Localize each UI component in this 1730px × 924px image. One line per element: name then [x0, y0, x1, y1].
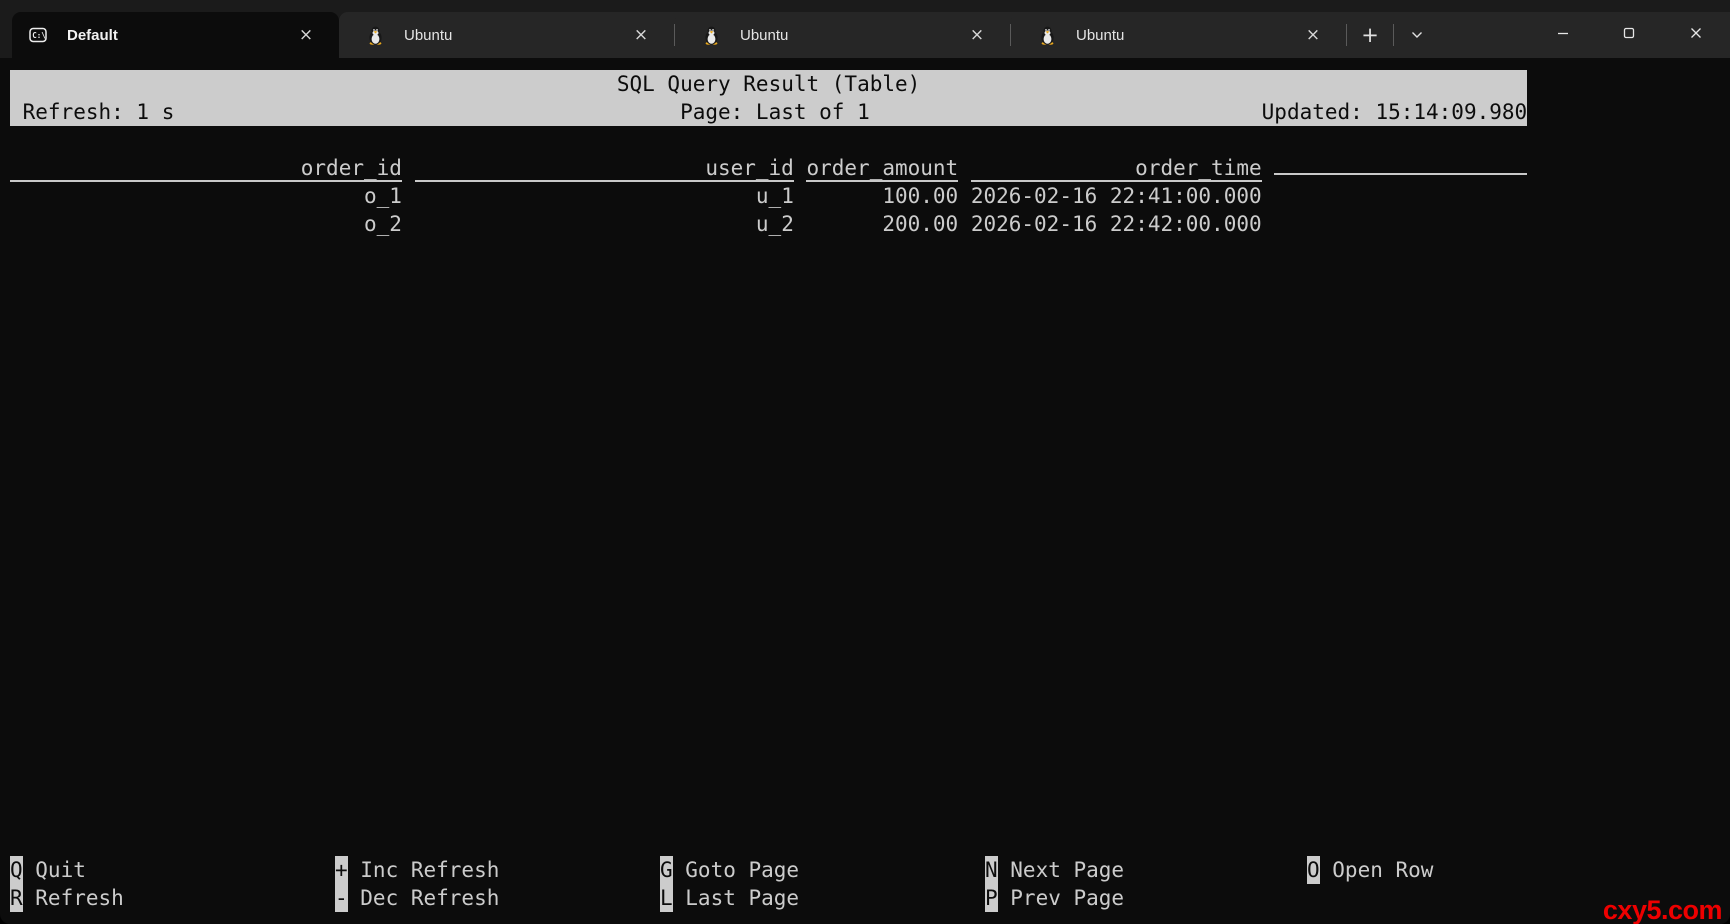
title-bar: C:\ Default × Ubuntu × Ubuntu × Ubuntu × +	[0, 0, 1730, 58]
keyboard-help-bar: Q Quit R Refresh + Inc Refresh - Dec Refresh G Go…	[10, 856, 1527, 912]
help-item: + Inc Refresh	[335, 856, 499, 884]
help-item: Q Quit	[10, 856, 124, 884]
help-item: - Dec Refresh	[335, 884, 499, 912]
help-group: + Inc Refresh - Dec Refresh	[335, 856, 499, 912]
cell: 2026-02-16 22:41:00.000	[970, 184, 1262, 208]
key-hint-N: N	[985, 856, 998, 884]
cell: u_1	[755, 184, 794, 208]
tux-penguin-icon	[703, 26, 720, 45]
key-hint-+: +	[335, 856, 348, 884]
app-title: SQL Query Result (Table)	[616, 72, 921, 96]
tab-band: Ubuntu × Ubuntu × Ubuntu × +	[339, 12, 1730, 58]
updated-timestamp: Updated: 15:14:09.980	[1261, 100, 1528, 124]
key-hint-P: P	[985, 884, 998, 912]
column-header-order_id: order_id	[10, 156, 402, 182]
help-item: G Goto Page	[660, 856, 799, 884]
tab-ubuntu-3[interactable]: Ubuntu ×	[1011, 12, 1346, 58]
table-header-row: order_id user_id order_amount order_time	[10, 154, 1730, 182]
help-label: Open Row	[1332, 858, 1434, 882]
tab-ubuntu-1[interactable]: Ubuntu ×	[339, 12, 674, 58]
help-label: Quit	[35, 858, 86, 882]
key-hint-L: L	[660, 884, 673, 912]
tab-label: Ubuntu	[740, 26, 789, 44]
tab-label: Default	[67, 26, 118, 44]
minimize-icon	[1555, 25, 1571, 46]
terminal-screen[interactable]: SQL Query Result (Table) Refresh: 1 s Pa…	[0, 58, 1730, 924]
help-label: Last Page	[685, 886, 800, 910]
help-label: Dec Refresh	[360, 886, 500, 910]
new-tab-button[interactable]: +	[1347, 15, 1393, 55]
table-row: o_2 u_2 200.00 2026-02-16 22:42:00.000	[10, 210, 1730, 238]
refresh-interval-label: Refresh: 1 s	[22, 100, 175, 124]
status-bar: SQL Query Result (Table) Refresh: 1 s Pa…	[10, 70, 1527, 126]
close-tab-button[interactable]: ×	[966, 24, 988, 46]
help-item: P Prev Page	[985, 884, 1124, 912]
tux-penguin-icon	[1039, 26, 1056, 45]
cell: o_1	[363, 184, 402, 208]
help-label: Refresh	[35, 886, 124, 910]
column-header-order_amount: order_amount	[806, 156, 959, 182]
close-tab-button[interactable]: ×	[630, 24, 652, 46]
cell: 2026-02-16 22:42:00.000	[970, 212, 1262, 236]
tux-penguin-icon	[367, 26, 384, 45]
cell: 100.00	[882, 184, 959, 208]
plus-icon: +	[1361, 23, 1379, 47]
help-group: O Open Row	[1307, 856, 1433, 884]
column-header-user_id: user_id	[414, 156, 794, 182]
help-label: Goto Page	[685, 858, 800, 882]
table-row: o_1 u_1 100.00 2026-02-16 22:41:00.000	[10, 182, 1730, 210]
help-item: L Last Page	[660, 884, 799, 912]
close-tab-button[interactable]: ×	[1302, 24, 1324, 46]
maximize-icon	[1621, 25, 1637, 46]
page-indicator: Page: Last of 1	[680, 100, 870, 124]
help-label: Next Page	[1010, 858, 1125, 882]
key-hint-G: G	[660, 856, 673, 884]
chevron-down-icon	[1410, 23, 1424, 47]
svg-text:C:\: C:\	[32, 31, 46, 40]
cmd-icon: C:\	[29, 27, 47, 43]
close-tab-button[interactable]: ×	[295, 24, 317, 46]
tab-dropdown-button[interactable]	[1394, 15, 1440, 55]
help-label: Inc Refresh	[360, 858, 500, 882]
close-window-button[interactable]	[1662, 12, 1730, 58]
key-hint--: -	[335, 884, 348, 912]
help-item: O Open Row	[1307, 856, 1433, 884]
key-hint-O: O	[1307, 856, 1320, 884]
column-header-order_time: order_time	[970, 156, 1262, 182]
tab-label: Ubuntu	[1076, 26, 1125, 44]
minimize-button[interactable]	[1530, 12, 1596, 58]
help-group: G Goto Page L Last Page	[660, 856, 799, 912]
cell: u_2	[755, 212, 794, 236]
tab-ubuntu-2[interactable]: Ubuntu ×	[675, 12, 1010, 58]
tab-label: Ubuntu	[404, 26, 453, 44]
help-item: N Next Page	[985, 856, 1124, 884]
result-table: order_id user_id order_amount order_time o_1…	[10, 154, 1730, 238]
column-header-blank	[1274, 173, 1528, 175]
watermark: cxy5.com	[1602, 894, 1723, 924]
help-group: N Next Page P Prev Page	[985, 856, 1124, 912]
key-hint-R: R	[10, 884, 23, 912]
maximize-button[interactable]	[1596, 12, 1662, 58]
tab-default[interactable]: C:\ Default ×	[12, 12, 339, 58]
cell: o_2	[363, 212, 402, 236]
help-label: Prev Page	[1010, 886, 1125, 910]
close-icon	[1688, 25, 1704, 46]
terminal-window: C:\ Default × Ubuntu × Ubuntu × Ubuntu × +	[0, 0, 1730, 924]
help-item: R Refresh	[10, 884, 124, 912]
help-group: Q Quit R Refresh	[10, 856, 124, 912]
key-hint-Q: Q	[10, 856, 23, 884]
cell: 200.00	[882, 212, 959, 236]
